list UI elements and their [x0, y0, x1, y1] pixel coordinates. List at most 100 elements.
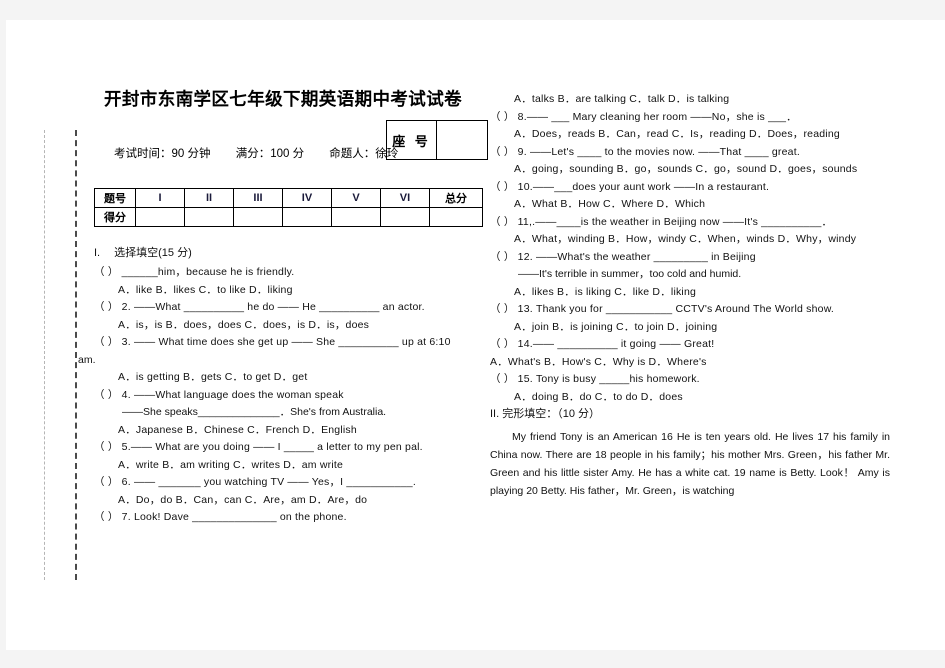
score-table-col-2: II	[184, 188, 234, 208]
question-11-options: A．What，winding B．How，windy C．When，winds …	[514, 233, 857, 245]
question-4-text: ——What language does the woman speak	[133, 388, 344, 401]
question-10-marker[interactable]: （ ）	[490, 181, 515, 193]
exam-time: 考试时间：90 分钟	[114, 148, 211, 160]
question-13-options: A．join B．is joining C．to join D．joining	[514, 320, 718, 333]
score-cell-6[interactable]	[380, 207, 430, 227]
question-10-text: ——___does your aunt work ——In a restaura…	[532, 180, 770, 193]
question-6-marker[interactable]: （ ）	[94, 476, 119, 488]
margin-fold-line-inner	[75, 130, 77, 580]
question-7-stem: （ ） 7. Look! Dave ______________ on the …	[94, 512, 469, 523]
exam-page: 开封市东南学区七年级下期英语期中考试试卷 考试时间：90 分钟 满分：100 分…	[6, 20, 945, 650]
question-14-options: A．What's B．How's C．Why is D．Where's	[490, 355, 707, 368]
question-5-marker[interactable]: （ ）	[94, 441, 119, 453]
question-2-text: ——What __________ he do —— He __________…	[133, 301, 425, 313]
question-15-stem: （ ） 15. Tony is busy _____his homework.	[490, 374, 890, 385]
question-15-marker[interactable]: （ ）	[490, 373, 515, 385]
question-1-marker[interactable]: （ ）	[94, 266, 119, 278]
question-2-number: 2.	[121, 301, 131, 313]
seat-number-field[interactable]	[437, 121, 487, 159]
question-9-marker[interactable]: （ ）	[490, 146, 515, 158]
question-12-options: A．likes B．is liking C．like D．liking	[514, 285, 697, 298]
question-5-options: A．write B．am writing C．writes D．am write	[118, 458, 344, 471]
score-cell-2[interactable]	[184, 207, 234, 227]
score-cell-3[interactable]	[233, 207, 283, 227]
question-9-stem: （ ） 9. ——Let's ____ to the movies now. —…	[490, 145, 890, 158]
score-cell-4[interactable]	[282, 207, 332, 227]
section-2-title: 完形填空：（10 分）	[502, 408, 601, 420]
section-1-number: I.	[94, 247, 101, 259]
question-8-marker[interactable]: （ ）	[490, 111, 515, 123]
question-10-stem: （ ） 10.——___does your aunt work ——In a r…	[490, 180, 890, 193]
question-3-number: 3.	[121, 336, 131, 348]
question-3-overflow: am.	[78, 353, 96, 366]
question-7-text: Look! Dave ______________ on the phone.	[133, 511, 347, 523]
question-6-text: —— _______ you watching TV —— Yes，I ____…	[133, 476, 416, 488]
question-1-text: ______him，because he is friendly.	[121, 266, 295, 278]
question-15-options: A．doing B．do C．to do D．does	[514, 390, 683, 403]
score-table-col-6: VI	[380, 188, 430, 208]
question-13-marker[interactable]: （ ）	[490, 303, 515, 315]
question-1-options: A．like B．likes C．to like D．liking	[118, 283, 293, 296]
question-5-number: 5.	[121, 441, 131, 453]
question-12-text: ——What's the weather _________ in Beijin…	[535, 250, 756, 263]
question-8-stem: （ ） 8.—— ___ Mary cleaning her room ——No…	[490, 110, 890, 123]
question-8-text: —— ___ Mary cleaning her room ——No，she i…	[526, 110, 797, 123]
table-row-headers: 题号 I II III IV V VI 总分	[94, 188, 483, 208]
question-5-text: —— What are you doing —— I _____ a lette…	[130, 441, 423, 453]
question-4-marker[interactable]: （ ）	[94, 389, 119, 401]
question-3-marker[interactable]: （ ）	[94, 336, 119, 348]
question-14-marker[interactable]: （ ）	[490, 338, 515, 350]
question-14-number: 14.	[517, 338, 533, 350]
question-9-options: A．going，sounding B．go，sounds C．go，sound …	[514, 163, 858, 175]
question-11-marker[interactable]: （ ）	[490, 216, 515, 228]
question-6-number: 6.	[121, 476, 131, 488]
question-7-marker[interactable]: （ ）	[94, 511, 119, 523]
score-table-row-label-score: 得分	[94, 207, 136, 227]
content-column-left: I. 选择填空(15 分) （ ） ______him，because he is…	[78, 247, 469, 530]
question-8-number: 8.	[517, 110, 527, 123]
score-cell-1[interactable]	[135, 207, 185, 227]
question-9-number: 9.	[517, 145, 527, 158]
question-1-stem: （ ） ______him，because he is friendly.	[94, 267, 469, 278]
exam-meta: 考试时间：90 分钟 满分：100 分 命题人：徐玲	[114, 145, 420, 161]
question-7-number: 7.	[121, 511, 131, 523]
cloze-passage-text: My friend Tony is an American 16 He is t…	[490, 431, 890, 498]
question-11-stem: （ ） 11,.——____is the weather in Beijing …	[490, 215, 890, 228]
question-2-marker[interactable]: （ ）	[94, 301, 119, 313]
section-1-title: 选择填空(15 分)	[114, 247, 192, 259]
table-row-scores: 得分	[94, 207, 483, 227]
seat-number-box: 座 号	[386, 120, 488, 160]
question-11-number: 11,.	[517, 215, 536, 228]
score-table-col-3: III	[233, 188, 283, 208]
question-4-continuation: ——She speaks______________．She's from Au…	[122, 406, 387, 418]
question-6-options: A．Do，do B．Can，can C．Are，am D．Are，do	[118, 493, 368, 506]
score-table-col-5: V	[331, 188, 381, 208]
question-13-text: Thank you for ___________ CCTV's Around …	[535, 303, 835, 315]
full-marks: 满分：100 分	[235, 148, 305, 160]
score-table-col-total: 总分	[429, 188, 483, 208]
question-6-stem: （ ） 6. —— _______ you watching TV —— Yes…	[94, 477, 469, 488]
question-14-text: —— __________ it going —— Great!	[532, 338, 715, 350]
question-10-number: 10.	[517, 180, 533, 193]
question-4-options: A．Japanese B．Chinese C．French D．English	[118, 423, 357, 436]
section-2-heading: II. 完形填空：（10 分）	[490, 409, 890, 420]
question-3-text: —— What time does she get up —— She ____…	[133, 336, 451, 348]
question-10-options: A．What B．How C．Where D．Which	[514, 198, 706, 210]
question-12-marker[interactable]: （ ）	[490, 251, 515, 263]
score-table-col-1: I	[135, 188, 185, 208]
question-12-stem: （ ） 12. ——What's the weather _________ i…	[490, 250, 890, 263]
question-13-number: 13.	[517, 303, 533, 315]
question-12-continuation: ——It's terrible in summer，too cold and h…	[518, 268, 742, 280]
question-15-number: 15.	[517, 373, 533, 385]
score-table: 题号 I II III IV V VI 总分 得分	[94, 188, 483, 227]
question-14-stem: （ ） 14.—— __________ it going —— Great!	[490, 339, 890, 350]
seat-number-label: 座 号	[387, 121, 437, 159]
page-title: 开封市东南学区七年级下期英语期中考试试卷	[104, 89, 462, 109]
score-cell-5[interactable]	[331, 207, 381, 227]
score-cell-total[interactable]	[429, 207, 483, 227]
question-9-text: ——Let's ____ to the movies now. ——That _…	[529, 145, 800, 158]
cloze-passage: My friend Tony is an American 16 He is t…	[490, 428, 890, 500]
section-2-number: II.	[490, 408, 500, 420]
content-column-right: A．talks B．are talking C．talk D．is talkin…	[490, 94, 890, 500]
question-12-number: 12.	[517, 250, 533, 263]
